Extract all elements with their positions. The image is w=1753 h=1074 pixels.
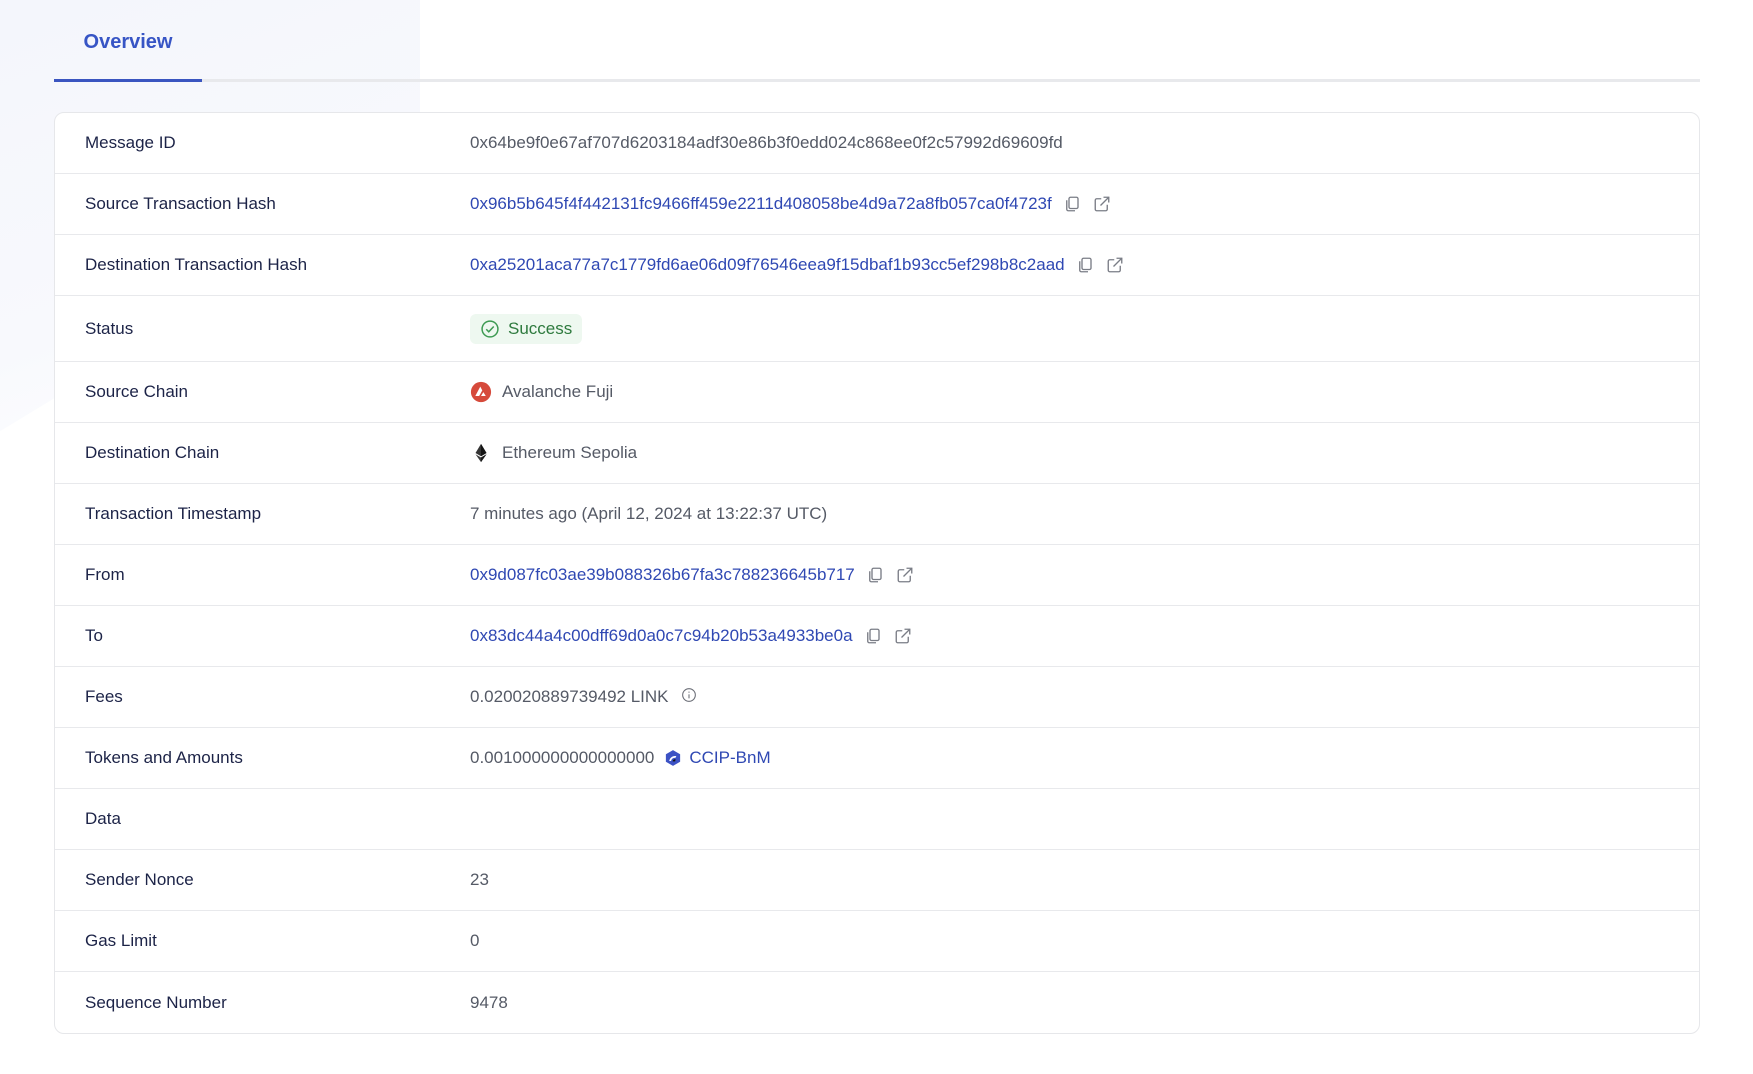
timestamp-label: Transaction Timestamp [85, 504, 262, 523]
row-sequence-number: Sequence Number 9478 [55, 972, 1699, 1033]
data-label: Data [85, 809, 121, 828]
message-details-page: Overview Message ID 0x64be9f0e67af707d62… [54, 0, 1700, 1034]
external-link-icon[interactable] [893, 626, 913, 646]
to-address-link[interactable]: 0x83dc44a4c00dff69d0a0c7c94b20b53a4933be… [470, 626, 853, 646]
row-from: From 0x9d087fc03ae39b088326b67fa3c788236… [55, 545, 1699, 606]
status-label: Status [85, 318, 134, 338]
row-data: Data [55, 789, 1699, 850]
row-fees: Fees 0.020020889739492 LINK [55, 667, 1699, 728]
row-dest-chain: Destination Chain Ethereum Sepolia [55, 423, 1699, 484]
copy-icon[interactable] [865, 565, 885, 585]
row-to: To 0x83dc44a4c00dff69d0a0c7c94b20b53a493… [55, 606, 1699, 667]
timestamp-value: 7 minutes ago (April 12, 2024 at 13:22:3… [470, 504, 828, 523]
to-label: To [85, 626, 103, 645]
dest-chain-label: Destination Chain [85, 443, 220, 462]
external-link-icon[interactable] [1105, 255, 1125, 275]
check-circle-icon [481, 319, 499, 338]
from-address-link[interactable]: 0x9d087fc03ae39b088326b67fa3c788236645b7… [470, 565, 855, 585]
tokens-label: Tokens and Amounts [85, 748, 243, 767]
row-source-chain: Source Chain Avalanche Fuji [55, 362, 1699, 423]
row-dest-tx-hash: Destination Transaction Hash 0xa25201aca… [55, 235, 1699, 296]
external-link-icon[interactable] [1092, 194, 1112, 214]
row-source-tx-hash: Source Transaction Hash 0x96b5b645f4f442… [55, 174, 1699, 235]
sequence-number-label: Sequence Number [85, 992, 227, 1012]
info-icon[interactable] [679, 685, 699, 705]
row-status: Status Success [55, 296, 1699, 362]
sender-nonce-label: Sender Nonce [85, 870, 194, 889]
row-tokens: Tokens and Amounts 0.001000000000000000 … [55, 728, 1699, 789]
copy-icon[interactable] [1075, 255, 1095, 275]
tab-overview[interactable]: Overview [54, 0, 202, 82]
row-message-id: Message ID 0x64be9f0e67af707d6203184adf3… [55, 113, 1699, 174]
dest-chain-name: Ethereum Sepolia [502, 443, 638, 462]
source-tx-hash-label: Source Transaction Hash [85, 194, 276, 213]
token-amount: 0.001000000000000000 [470, 748, 655, 767]
copy-icon[interactable] [1062, 194, 1082, 214]
fees-value: 0.020020889739492 LINK [470, 687, 669, 706]
external-link-icon[interactable] [895, 565, 915, 585]
tab-bar: Overview [54, 0, 1700, 82]
row-timestamp: Transaction Timestamp 7 minutes ago (Apr… [55, 484, 1699, 545]
status-badge: Success [470, 313, 583, 344]
status-text: Success [508, 318, 573, 338]
row-sender-nonce: Sender Nonce 23 [55, 850, 1699, 911]
ethereum-icon [470, 442, 492, 464]
gas-limit-value: 0 [470, 931, 480, 950]
fees-label: Fees [85, 687, 123, 706]
source-chain-label: Source Chain [85, 382, 189, 401]
details-table: Message ID 0x64be9f0e67af707d6203184adf3… [54, 112, 1700, 1034]
sequence-number-value: 9478 [470, 992, 508, 1012]
row-gas-limit: Gas Limit 0 [55, 911, 1699, 972]
token-name-link[interactable]: CCIP-BnM [689, 748, 770, 768]
gas-limit-label: Gas Limit [85, 931, 157, 950]
from-label: From [85, 565, 125, 584]
copy-icon[interactable] [863, 626, 883, 646]
source-chain-name: Avalanche Fuji [502, 382, 614, 401]
source-tx-hash-link[interactable]: 0x96b5b645f4f442131fc9466ff459e2211d4080… [470, 194, 1052, 214]
dest-tx-hash-link[interactable]: 0xa25201aca77a7c1779fd6ae06d09f76546eea9… [470, 255, 1065, 275]
message-id-label: Message ID [85, 133, 176, 152]
dest-tx-hash-label: Destination Transaction Hash [85, 255, 308, 274]
active-tab-indicator [54, 79, 202, 82]
ccip-bnm-token-icon [664, 749, 682, 767]
sender-nonce-value: 23 [470, 870, 489, 889]
avalanche-icon [470, 381, 492, 403]
message-id-value: 0x64be9f0e67af707d6203184adf30e86b3f0edd… [470, 133, 1063, 152]
